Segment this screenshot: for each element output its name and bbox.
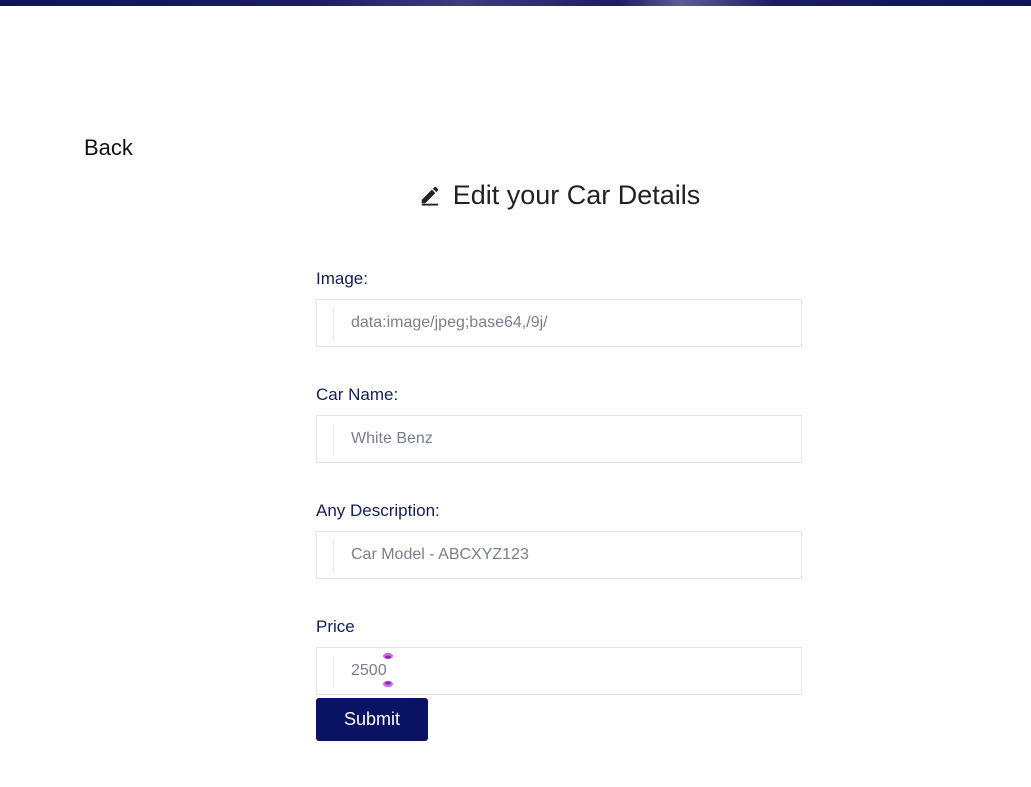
description-field-label: Any Description: [316, 501, 440, 520]
page-title: Edit your Car Details [0, 178, 1031, 212]
top-banner [0, 0, 1031, 6]
price-input[interactable] [351, 648, 791, 694]
pencil-edit-icon [421, 186, 438, 206]
image-field-label: Image: [316, 269, 368, 288]
price-field-label: Price [316, 617, 355, 636]
field-divider [333, 656, 334, 688]
page-title-text: Edit your Car Details [452, 180, 701, 210]
image-field-container [316, 299, 802, 347]
image-input[interactable] [351, 300, 791, 346]
submit-button[interactable]: Submit [316, 698, 428, 741]
field-divider [333, 540, 334, 572]
field-divider [333, 424, 334, 456]
back-link[interactable]: Back [84, 134, 133, 162]
text-cursor-icon [383, 652, 393, 688]
car-name-field-label: Car Name: [316, 385, 399, 404]
field-divider [333, 308, 334, 340]
description-field-container [316, 531, 802, 579]
car-name-input[interactable] [351, 416, 791, 462]
edit-car-form: Image: Car Name: Any Description: Price … [316, 268, 802, 741]
car-name-field-container [316, 415, 802, 463]
price-field-container [316, 647, 802, 695]
description-input[interactable] [351, 532, 791, 578]
